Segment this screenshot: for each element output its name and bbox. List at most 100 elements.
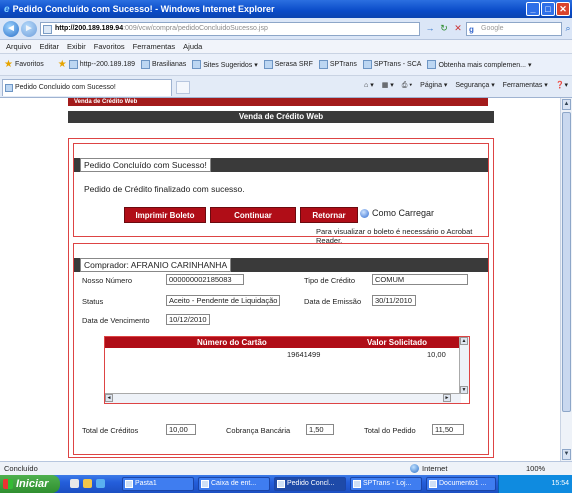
search-placeholder: Google <box>481 25 504 32</box>
menu-ajuda[interactable]: Ajuda <box>183 42 202 51</box>
search-input[interactable]: g Google <box>466 22 562 36</box>
ie-icon <box>353 480 361 488</box>
table-row[interactable]: 19641499 10,00 <box>105 349 459 360</box>
fav-item-label: SPTrans <box>329 61 357 68</box>
favorites-bar: ★ Favoritos ★ http--200.189.189 Brasilia… <box>0 54 572 76</box>
security-zone: Internet <box>410 462 447 475</box>
task-pasta1[interactable]: Pasta1 <box>122 477 194 491</box>
site-banner: Venda de Crédito Web <box>68 98 488 106</box>
fav-item-label: Obtenha mais complemen... ▾ <box>438 61 532 69</box>
security-menu[interactable]: Segurança ▾ <box>455 82 494 89</box>
scroll-up-icon[interactable]: ▲ <box>460 337 468 345</box>
task-label: Pedido Concl... <box>287 480 335 487</box>
zoom-level[interactable]: 100% <box>526 462 545 475</box>
help-icon[interactable]: ❓▾ <box>556 82 568 89</box>
quicklaunch-folder-icon[interactable] <box>83 479 92 488</box>
ie-logo-icon: e <box>4 3 10 15</box>
favorites-button[interactable]: Favoritos <box>15 61 44 68</box>
print-icon[interactable]: ⎙ ▾ <box>402 82 413 89</box>
scroll-left-icon[interactable]: ◄ <box>105 394 113 402</box>
fav-item-6[interactable]: SPTrans - SCA <box>362 60 421 69</box>
menu-exibir[interactable]: Exibir <box>67 42 86 51</box>
fav-item-5[interactable]: SPTrans <box>318 60 357 69</box>
fav-item-label: Sites Sugeridos ▾ <box>203 61 258 69</box>
fav-item-4[interactable]: Serasa SRF <box>263 60 313 69</box>
page-icon <box>362 60 372 69</box>
info-icon <box>360 208 369 218</box>
start-button[interactable]: Iniciar <box>0 475 60 493</box>
status-text: Concluído <box>4 464 38 473</box>
table-header: Número do Cartão Valor Solicitado <box>105 337 459 348</box>
menu-favoritos[interactable]: Favoritos <box>94 42 125 51</box>
print-boleto-button[interactable]: Imprimir Boleto <box>124 207 206 223</box>
tab-strip: Pedido Concluido com Sucesso! ⌂ ▾ ▦ ▾ ⎙ … <box>0 76 572 98</box>
success-panel: Pedido Concluído com Sucesso! Pedido de … <box>73 143 489 245</box>
table-horizontal-scrollbar[interactable]: ◄ ► <box>105 393 461 403</box>
refresh-icon[interactable]: ↻ <box>438 22 450 35</box>
total-pedido-label: Total do Pedido <box>364 426 416 435</box>
page-menu[interactable]: Página ▾ <box>420 82 447 89</box>
table-vertical-scrollbar[interactable]: ▲ ▼ <box>459 337 469 394</box>
menu-ferramentas[interactable]: Ferramentas <box>133 42 176 51</box>
task-documento[interactable]: Documento1 ... <box>426 477 496 491</box>
close-button[interactable]: ✕ <box>556 2 570 16</box>
fav-item-1[interactable]: http--200.189.189 <box>68 60 135 69</box>
window-title: Pedido Concluído com Sucesso! - Windows … <box>12 4 275 14</box>
page-icon <box>68 60 78 69</box>
task-sptrans[interactable]: SPTrans - Loj... <box>350 477 422 491</box>
fav-item-label: Serasa SRF <box>274 61 313 68</box>
add-favorite-icon[interactable]: ★ <box>58 59 67 70</box>
minimize-button[interactable]: _ <box>526 2 540 16</box>
excel-icon <box>125 480 133 488</box>
quicklaunch-ie-icon[interactable] <box>96 479 105 488</box>
url-host: http://200.189.189.94 <box>55 25 124 32</box>
address-toolbar: ◄ ► http://200.189.189.94:009/vcw/compra… <box>0 18 572 40</box>
buyer-title: Comprador: AFRANIO CARINHANHA <box>80 258 232 272</box>
back-icon[interactable]: ◄ <box>3 21 19 37</box>
scroll-up-icon[interactable]: ▲ <box>562 99 571 110</box>
card-number-cell: 19641499 <box>287 350 321 359</box>
scroll-thumb[interactable] <box>562 112 571 412</box>
return-button[interactable]: Retornar <box>300 207 358 223</box>
quicklaunch-desktop-icon[interactable] <box>70 479 79 488</box>
scroll-right-icon[interactable]: ► <box>443 394 451 402</box>
tab-pedido-concluido[interactable]: Pedido Concluido com Sucesso! <box>2 79 172 96</box>
success-message: Pedido de Crédito finalizado com sucesso… <box>84 184 245 194</box>
go-icon[interactable]: → <box>424 22 436 35</box>
forward-icon[interactable]: ► <box>21 21 37 37</box>
fav-item-label: Brasilianas <box>152 61 187 68</box>
column-header-value: Valor Solicitado <box>367 338 428 347</box>
word-icon <box>429 480 437 488</box>
clock[interactable]: 15:54 <box>551 480 569 487</box>
tools-menu[interactable]: Ferramentas ▾ <box>503 82 548 89</box>
maximize-button[interactable]: □ <box>541 2 555 16</box>
search-icon[interactable]: ⌕ <box>562 22 572 35</box>
tipo-credito-value: COMUM <box>372 274 468 285</box>
home-icon[interactable]: ⌂ ▾ <box>364 82 374 89</box>
page-scrollbar[interactable]: ▲ ▼ <box>560 98 572 461</box>
feeds-icon[interactable]: ▦ ▾ <box>382 82 394 89</box>
menu-arquivo[interactable]: Arquivo <box>6 42 31 51</box>
page-icon <box>5 84 13 92</box>
scroll-down-icon[interactable]: ▼ <box>562 449 571 460</box>
status-bar: Concluído Internet 100% <box>0 461 572 475</box>
fav-item-7[interactable]: Obtenha mais complemen... ▾ <box>427 60 531 69</box>
continue-shopping-button[interactable]: Continuar Comprando <box>210 207 296 236</box>
fav-item-3[interactable]: Sites Sugeridos ▾ <box>192 60 258 69</box>
task-caixa[interactable]: Caixa de ent... <box>198 477 270 491</box>
column-header-card: Número do Cartão <box>197 338 267 347</box>
system-tray: 15:54 <box>498 475 572 493</box>
fav-item-2[interactable]: Brasilianas <box>141 60 186 69</box>
vencimento-label: Data de Vencimento <box>82 316 150 325</box>
section-title: Venda de Crédito Web <box>68 111 494 123</box>
start-label: Iniciar <box>16 478 49 490</box>
new-tab-button[interactable] <box>176 81 190 94</box>
task-pedido[interactable]: Pedido Concl... <box>274 477 346 491</box>
stop-icon[interactable]: ✕ <box>452 22 464 35</box>
outlook-icon <box>201 480 209 488</box>
menu-editar[interactable]: Editar <box>39 42 59 51</box>
address-input[interactable]: http://200.189.189.94:009/vcw/compra/ped… <box>40 22 420 36</box>
task-label: SPTrans - Loj... <box>363 480 412 487</box>
how-to-load-link[interactable]: Como Carregar <box>360 208 434 218</box>
scroll-down-icon[interactable]: ▼ <box>460 386 468 394</box>
